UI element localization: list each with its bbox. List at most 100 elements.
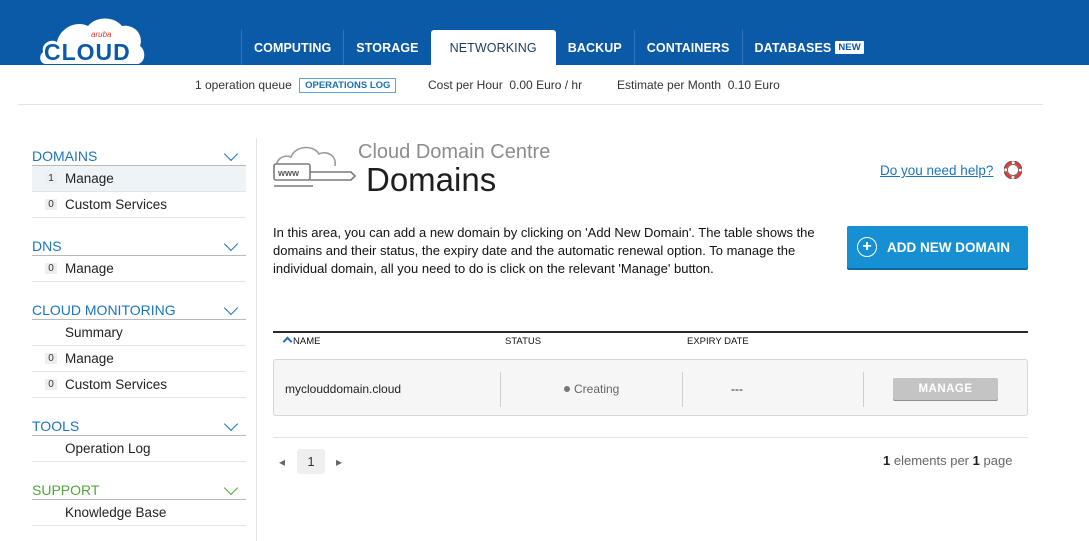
sidebar: DOMAINS 1 Manage 0 Custom Services DNS 0 Ma… xyxy=(32,138,246,536)
manage-button[interactable]: MANAGE xyxy=(893,378,998,400)
cell-divider xyxy=(863,372,864,407)
cost-per-hour-value: 0.00 Euro / hr xyxy=(509,78,583,92)
sidebar-item-operation-log[interactable]: Operation Log xyxy=(32,436,246,462)
sidebar-header-dns[interactable]: DNS xyxy=(32,228,246,256)
estimate-per-month-label: Estimate per Month xyxy=(617,78,722,92)
sidebar-header-domains[interactable]: DOMAINS xyxy=(32,138,246,166)
status-dot-icon xyxy=(564,385,570,392)
chevron-down-icon xyxy=(223,416,239,431)
nav-tab-label: BACKUP xyxy=(567,40,622,55)
domain-name: myclouddomain.cloud xyxy=(285,381,402,396)
nav-tab-networking[interactable]: NETWORKING xyxy=(430,30,556,65)
page-number-button[interactable]: 1 xyxy=(297,449,325,474)
item-count: 0 xyxy=(45,379,57,390)
item-count: 0 xyxy=(45,263,57,274)
per-page-count: 1 xyxy=(883,453,891,468)
top-navigation-bar: aruba CLOUD COMPUTING STORAGE NETWORKING… xyxy=(0,0,1089,65)
sidebar-item-domains-manage[interactable]: 1 Manage xyxy=(32,166,246,192)
sidebar-item-domains-custom-services[interactable]: 0 Custom Services xyxy=(32,192,246,218)
status-text: Creating xyxy=(574,381,620,396)
sidebar-header-support[interactable]: SUPPORT xyxy=(32,472,246,500)
domain-status: Creating xyxy=(564,360,619,417)
estimate-per-month-value: 0.10 Euro xyxy=(727,78,780,92)
domain-expiry-date: --- xyxy=(731,381,743,396)
sidebar-divider xyxy=(256,138,257,541)
sidebar-section-tools: TOOLS Operation Log xyxy=(32,408,246,462)
sidebar-item-monitoring-summary[interactable]: Summary xyxy=(32,320,246,346)
column-header-label: EXPIRY DATE xyxy=(687,336,749,347)
nav-tab-label: DATABASES xyxy=(754,40,832,55)
nav-tab-storage[interactable]: STORAGE xyxy=(343,30,430,65)
main-nav: COMPUTING STORAGE NETWORKING BACKUP CONT… xyxy=(241,30,876,65)
add-new-domain-label: ADD NEW DOMAIN xyxy=(887,239,1010,255)
pages-count: 1 xyxy=(972,453,980,468)
sidebar-item-label: Custom Services xyxy=(65,197,168,212)
elements-per-page: 1 elements per 1 page xyxy=(883,453,1012,468)
column-header-expiry-date[interactable]: EXPIRY DATE xyxy=(687,336,749,347)
logo-small-text: aruba xyxy=(91,30,112,39)
chevron-down-icon xyxy=(223,300,239,315)
sidebar-item-label: Knowledge Base xyxy=(65,505,167,520)
sidebar-item-label: Summary xyxy=(65,325,123,340)
cost-per-hour-label: Cost per Hour xyxy=(428,78,503,92)
chevron-down-icon xyxy=(223,146,239,161)
operations-bar: 1 operation queue OPERATIONS LOG Cost pe… xyxy=(18,65,1043,105)
page-title: Domains xyxy=(366,161,497,198)
cell-divider xyxy=(682,372,683,407)
sidebar-header-tools[interactable]: TOOLS xyxy=(32,408,246,436)
table-bottom-border xyxy=(273,437,1028,438)
sidebar-item-dns-manage[interactable]: 0 Manage xyxy=(32,256,246,282)
aruba-cloud-logo[interactable]: aruba CLOUD xyxy=(38,12,148,64)
table-top-border xyxy=(273,331,1028,333)
nav-tab-label: STORAGE xyxy=(356,40,419,55)
item-count: 0 xyxy=(45,353,57,364)
column-header-status[interactable]: STATUS xyxy=(505,336,541,347)
chevron-down-icon xyxy=(223,480,239,495)
nav-tab-backup[interactable]: BACKUP xyxy=(556,30,634,65)
sidebar-section-support: SUPPORT Knowledge Base xyxy=(32,472,246,526)
sidebar-item-label: Custom Services xyxy=(65,377,168,392)
nav-tab-label: COMPUTING xyxy=(254,40,332,55)
lifebuoy-icon[interactable] xyxy=(1004,161,1022,179)
cost-per-hour: Cost per Hour 0.00 Euro / hr xyxy=(428,78,582,92)
previous-page-icon[interactable]: ◂ xyxy=(279,455,285,469)
operation-queue: 1 operation queue OPERATIONS LOG xyxy=(195,78,397,93)
sidebar-header-cloud-monitoring[interactable]: CLOUD MONITORING xyxy=(32,292,246,320)
sidebar-header-label: CLOUD MONITORING xyxy=(32,301,176,318)
pages-text: page xyxy=(983,453,1013,468)
nav-tab-label: CONTAINERS xyxy=(646,40,730,55)
column-header-name[interactable]: NAME xyxy=(282,336,321,347)
sidebar-item-label: Manage xyxy=(65,351,114,366)
sidebar-section-domains: DOMAINS 1 Manage 0 Custom Services xyxy=(32,138,246,218)
sidebar-item-label: Manage xyxy=(65,261,114,276)
table-row: myclouddomain.cloud Creating --- MANAGE xyxy=(273,359,1028,416)
logo-big-text: CLOUD xyxy=(44,39,131,64)
estimate-per-month: Estimate per Month 0.10 Euro xyxy=(617,78,780,92)
operation-queue-text: 1 operation queue xyxy=(195,78,292,92)
sidebar-item-label: Operation Log xyxy=(65,441,151,456)
www-text: www xyxy=(277,168,300,178)
item-count: 0 xyxy=(45,199,57,210)
page-description: In this area, you can add a new domain b… xyxy=(273,225,815,276)
sidebar-item-monitoring-manage[interactable]: 0 Manage xyxy=(32,346,246,372)
item-count: 1 xyxy=(45,173,57,184)
column-header-label: NAME xyxy=(293,336,321,347)
sidebar-item-monitoring-custom-services[interactable]: 0 Custom Services xyxy=(32,372,246,398)
sidebar-header-label: TOOLS xyxy=(32,417,80,434)
nav-tab-label: NETWORKING xyxy=(449,40,537,55)
sidebar-section-dns: DNS 0 Manage xyxy=(32,228,246,282)
nav-tab-databases[interactable]: DATABASES NEW xyxy=(741,30,876,65)
sort-ascending-icon xyxy=(282,336,293,347)
per-page-text: elements per xyxy=(893,453,970,468)
operations-log-button[interactable]: OPERATIONS LOG xyxy=(299,78,397,93)
plus-circle-icon: + xyxy=(857,237,877,257)
nav-tab-containers[interactable]: CONTAINERS xyxy=(633,30,742,65)
help-link[interactable]: Do you need help? xyxy=(880,163,993,178)
sidebar-header-label: SUPPORT xyxy=(32,481,100,498)
add-new-domain-button[interactable]: + ADD NEW DOMAIN xyxy=(847,226,1028,268)
next-page-icon[interactable]: ▸ xyxy=(336,455,342,469)
sidebar-section-cloud-monitoring: CLOUD MONITORING Summary 0 Manage 0 Custom… xyxy=(32,292,246,398)
cell-divider xyxy=(500,372,501,407)
sidebar-item-knowledge-base[interactable]: Knowledge Base xyxy=(32,500,246,526)
nav-tab-computing[interactable]: COMPUTING xyxy=(241,30,343,65)
